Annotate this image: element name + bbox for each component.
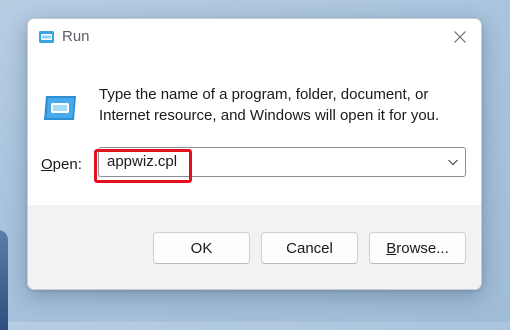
browse-accelerator: B [386,239,397,257]
button-bar: OK Cancel Browse... [28,205,481,289]
close-button[interactable] [445,23,475,51]
close-icon [454,31,466,43]
annotation-highlight-box [94,149,192,183]
browse-button[interactable]: Browse... [369,232,466,264]
desktop-background-swirl [0,230,8,330]
open-label-text: pen: [52,156,82,173]
window-title: Run [62,28,90,45]
run-icon [39,31,54,43]
cancel-button[interactable]: Cancel [261,232,358,264]
run-dialog: Run Type the name of a program, folder, … [27,18,482,290]
open-label-accelerator: O [41,156,53,173]
browse-label: rowse... [396,239,449,257]
chevron-down-icon[interactable] [447,156,459,168]
dialog-description: Type the name of a program, folder, docu… [99,86,440,124]
open-label: Open: [41,156,82,173]
dialog-content: Type the name of a program, folder, docu… [28,57,481,205]
run-program-icon [44,96,76,120]
title-bar[interactable]: Run [28,19,481,57]
ok-button[interactable]: OK [153,232,250,264]
